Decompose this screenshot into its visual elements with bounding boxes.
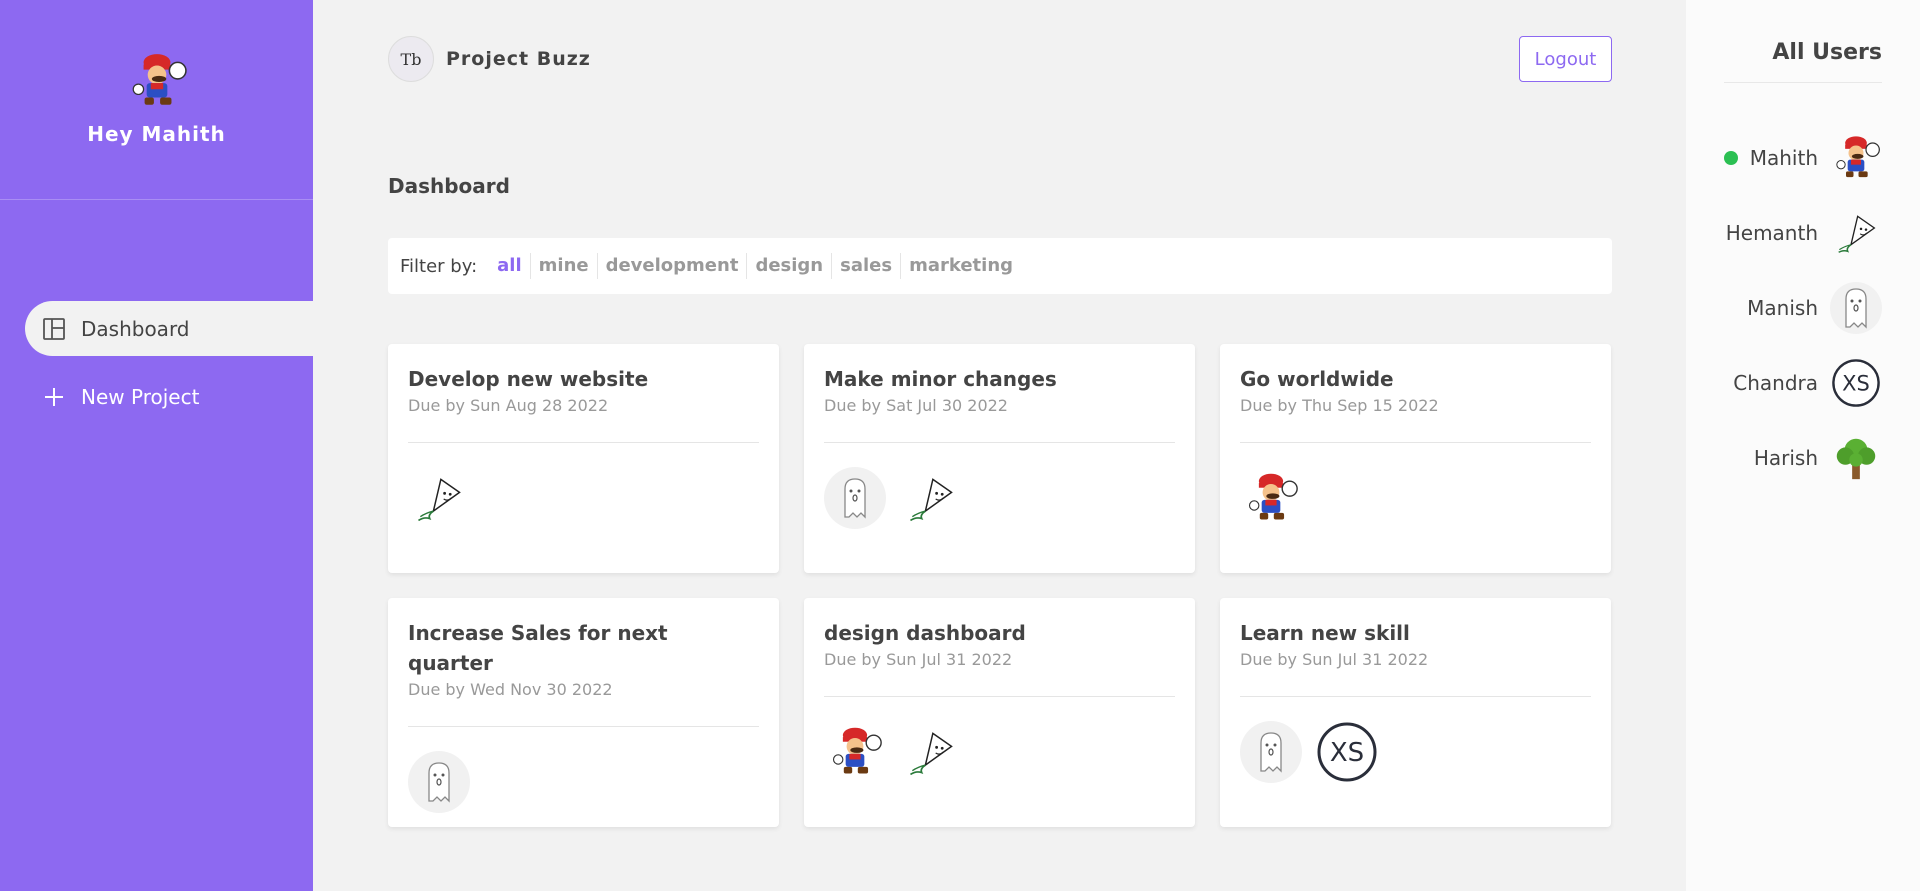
greeting: Hey Mahith — [87, 122, 226, 146]
user-row[interactable]: Hemanth — [1726, 207, 1882, 259]
kite-avatar-icon — [408, 467, 470, 529]
project-due-date: Due by Thu Sep 15 2022 — [1240, 396, 1439, 415]
assignee-list — [824, 721, 1175, 783]
ghost-avatar-icon — [408, 751, 470, 813]
assignee-list — [408, 751, 759, 813]
svg-text:XS: XS — [1330, 738, 1364, 768]
tree-avatar-icon — [1830, 432, 1882, 484]
user-name: Mahith — [1749, 146, 1818, 170]
project-due-date: Due by Sat Jul 30 2022 — [824, 396, 1008, 415]
brand: Tb Project Buzz — [388, 36, 591, 82]
filter-mine[interactable]: mine — [531, 253, 598, 279]
project-title: Develop new website — [408, 367, 649, 391]
project-title: Learn new skill — [1240, 621, 1410, 645]
project-card[interactable]: Develop new website Due by Sun Aug 28 20… — [388, 344, 779, 573]
sidebar: Hey Mahith Dashboard New Project — [0, 0, 313, 891]
kite-avatar-icon — [900, 721, 962, 783]
project-grid: Develop new website Due by Sun Aug 28 20… — [388, 344, 1612, 827]
brand-name: Project Buzz — [446, 48, 591, 70]
mario-avatar-icon — [126, 50, 188, 112]
dashboard-icon — [41, 316, 67, 342]
nav-label: Dashboard — [81, 316, 190, 341]
nav-item-new-project[interactable]: New Project — [25, 369, 313, 424]
online-status-dot — [1723, 151, 1738, 165]
sidebar-nav: Dashboard New Project — [25, 301, 313, 437]
divider — [408, 726, 759, 727]
project-card[interactable]: Make minor changes Due by Sat Jul 30 202… — [804, 344, 1195, 573]
page-title: Dashboard — [388, 174, 510, 198]
xs-avatar-icon: XS — [1316, 721, 1378, 783]
user-row[interactable]: Chandra XS — [1733, 357, 1882, 409]
mario-avatar-icon — [824, 721, 886, 783]
main-content: Tb Project Buzz Logout Dashboard Filter … — [388, 0, 1612, 827]
assignee-list: XS — [1240, 721, 1591, 783]
ghost-avatar-icon — [1830, 282, 1882, 334]
mario-avatar-icon — [1240, 467, 1302, 529]
plus-icon — [41, 384, 67, 410]
kite-avatar-icon — [900, 467, 962, 529]
divider — [1724, 82, 1882, 83]
filter-design[interactable]: design — [747, 253, 833, 279]
user-row[interactable]: Mahith — [1723, 132, 1882, 184]
assignee-list — [408, 467, 759, 529]
filter-all[interactable]: all — [489, 253, 531, 279]
filter-sales[interactable]: sales — [832, 253, 902, 279]
filter-bar: Filter by: all mine development design s… — [388, 238, 1612, 294]
mario-avatar-icon — [1830, 132, 1882, 184]
users-panel-title: All Users — [1772, 40, 1882, 65]
user-name: Harish — [1753, 446, 1818, 470]
filter-development[interactable]: development — [598, 253, 748, 279]
filter-label: Filter by: — [400, 255, 478, 277]
project-title: Increase Sales for next quarter — [408, 621, 668, 675]
users-panel: All Users Mahith Hemanth Manish Chandra … — [1686, 0, 1920, 891]
user-name: Chandra — [1733, 371, 1818, 395]
assignee-list — [1240, 467, 1591, 529]
project-card[interactable]: Increase Sales for next quarter Due by W… — [388, 598, 779, 827]
project-title: Go worldwide — [1240, 367, 1394, 391]
sidebar-user: Hey Mahith — [0, 0, 313, 200]
divider — [1240, 696, 1591, 697]
project-card[interactable]: Go worldwide Due by Thu Sep 15 2022 — [1220, 344, 1611, 573]
top-bar: Tb Project Buzz Logout — [388, 0, 1612, 118]
user-row[interactable]: Manish — [1747, 282, 1882, 334]
kite-avatar-icon — [1830, 207, 1882, 259]
logout-button[interactable]: Logout — [1519, 36, 1612, 82]
nav-label: New Project — [81, 384, 200, 409]
project-due-date: Due by Sun Jul 31 2022 — [824, 650, 1013, 669]
filter-marketing[interactable]: marketing — [901, 253, 1021, 279]
divider — [1240, 442, 1591, 443]
project-title: design dashboard — [824, 621, 1026, 645]
user-name: Manish — [1747, 296, 1818, 320]
divider — [824, 442, 1175, 443]
project-card[interactable]: design dashboard Due by Sun Jul 31 2022 — [804, 598, 1195, 827]
project-card[interactable]: Learn new skill Due by Sun Jul 31 2022 X… — [1220, 598, 1611, 827]
user-row[interactable]: Harish — [1754, 432, 1882, 484]
project-due-date: Due by Sun Jul 31 2022 — [1240, 650, 1429, 669]
divider — [408, 442, 759, 443]
brand-logo-icon: Tb — [388, 36, 434, 82]
ghost-avatar-icon — [1240, 721, 1302, 783]
svg-text:XS: XS — [1842, 371, 1870, 395]
project-due-date: Due by Wed Nov 30 2022 — [408, 680, 613, 699]
nav-item-dashboard[interactable]: Dashboard — [25, 301, 313, 356]
divider — [824, 696, 1175, 697]
project-title: Make minor changes — [824, 367, 1057, 391]
assignee-list — [824, 467, 1175, 529]
ghost-avatar-icon — [824, 467, 886, 529]
project-due-date: Due by Sun Aug 28 2022 — [408, 396, 609, 415]
xs-avatar-icon: XS — [1830, 357, 1882, 409]
user-name: Hemanth — [1725, 221, 1818, 245]
